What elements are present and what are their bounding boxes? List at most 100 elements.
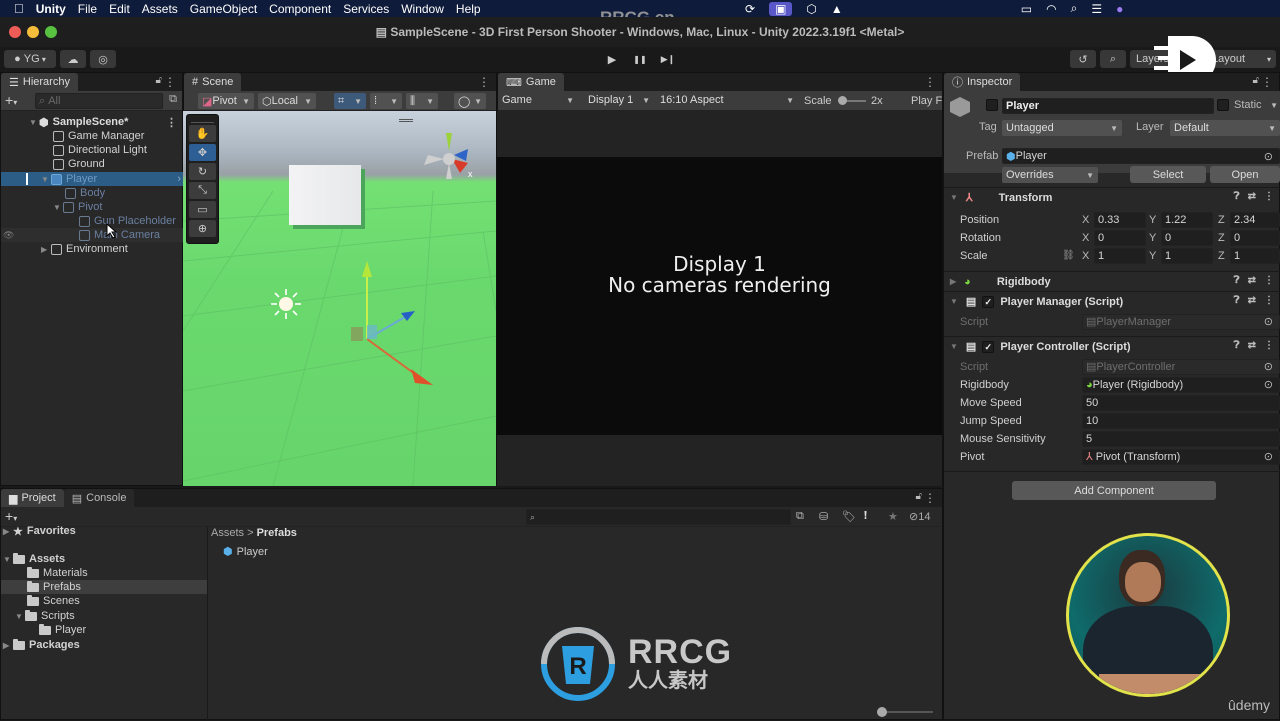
hierarchy-item[interactable]: Body — [1, 186, 185, 200]
player-controller-header[interactable]: ▼ ▤ ✓ Player Controller (Script) ❓︎ ⇄ ⋮ — [944, 336, 1280, 356]
presets-icon[interactable]: ⇄ — [1248, 340, 1256, 351]
help-icon[interactable]: ❓︎ — [1234, 340, 1240, 351]
label-filter-icon[interactable]: 🏷︎ — [842, 510, 856, 523]
overrides-dropdown[interactable]: Overrides ▼ — [1002, 167, 1098, 183]
palette-handle[interactable] — [191, 117, 214, 123]
static-dropdown-arrow-icon[interactable]: ▼ — [1270, 101, 1278, 110]
enabled-checkbox[interactable]: ✓ — [982, 295, 995, 308]
project-splitter[interactable] — [207, 527, 208, 721]
align-button[interactable]: ⫼ ▼ — [406, 93, 438, 109]
tab-game[interactable]: ⌨ Game — [498, 73, 564, 91]
static-checkbox[interactable] — [1217, 99, 1229, 111]
tab-project[interactable]: ▆ Project — [1, 489, 64, 507]
layer-dropdown[interactable]: Default ▼ — [1170, 120, 1280, 136]
create-asset-button[interactable]: +▾ — [5, 508, 17, 524]
rigidbody-header[interactable]: ▶ ◕ Rigidbody ❓︎ ⇄ ⋮ — [944, 271, 1280, 291]
control-center-icon[interactable]: ☰ — [1091, 2, 1102, 16]
menu-window[interactable]: Window — [401, 2, 456, 16]
fold-arrow-icon[interactable]: ▼ — [950, 193, 958, 202]
scene-gizmo[interactable]: x — [418, 129, 478, 185]
hierarchy-item[interactable]: ▶ Environment — [1, 242, 185, 256]
wifi-icon[interactable]: ◠ — [1046, 2, 1056, 16]
hierarchy-item[interactable]: Game Manager — [1, 129, 185, 143]
constrain-proportions-icon[interactable]: ⛓︎ — [1062, 250, 1075, 261]
hierarchy-item[interactable]: Ground — [1, 157, 185, 171]
menu-edit[interactable]: Edit — [109, 2, 142, 16]
scene-viewport[interactable]: ✋ ✥ ↻ ⤡ ▭ ⊕ x — [183, 111, 496, 486]
folder-item-selected[interactable]: Prefabs — [1, 580, 207, 594]
component-menu-icon[interactable]: ⋮ — [1264, 295, 1274, 306]
active-checkbox[interactable] — [986, 99, 998, 111]
grid-snap-button[interactable]: ⌗ ▼ — [334, 93, 366, 109]
open-prefab-button[interactable]: Open — [1210, 166, 1280, 183]
menu-services[interactable]: Services — [343, 2, 401, 16]
select-prefab-button[interactable]: Select — [1130, 166, 1206, 183]
fold-arrow-icon[interactable]: ▼ — [950, 342, 958, 351]
search-by-type-icon[interactable]: ⧉ — [796, 510, 804, 523]
rotation-x-field[interactable]: 0 — [1094, 229, 1146, 246]
rotate-tool[interactable]: ↻ — [189, 163, 216, 180]
open-prefab-arrow-icon[interactable]: › — [177, 173, 181, 185]
lock-icon[interactable]: 🔓︎ — [1253, 75, 1259, 86]
scene-menu-icon[interactable]: ⋮ — [166, 116, 177, 129]
display-dropdown[interactable]: Display 1 ▼ — [584, 92, 654, 108]
folder-item[interactable]: Materials — [1, 566, 207, 580]
object-picker-icon[interactable]: ⊙ — [1264, 378, 1273, 391]
enabled-checkbox[interactable]: ✓ — [982, 340, 995, 353]
position-z-field[interactable]: 2.34 — [1230, 211, 1280, 228]
apple-icon[interactable]:  — [0, 1, 36, 16]
scale-z-field[interactable]: 1 — [1230, 247, 1280, 264]
favorite-icon[interactable]: ★ — [888, 510, 898, 523]
add-object-button[interactable]: +▾ — [5, 92, 17, 108]
tag-dropdown[interactable]: Untagged ▼ — [1002, 120, 1122, 136]
game-viewport[interactable]: Display 1 No cameras rendering — [497, 111, 942, 486]
unity-icon[interactable]: ⬡ — [806, 2, 816, 16]
help-icon[interactable]: ❓︎ — [1234, 275, 1240, 286]
lock-icon[interactable]: 🔓︎ — [916, 491, 922, 502]
hierarchy-item[interactable]: Directional Light — [1, 143, 185, 157]
scale-y-field[interactable]: 1 — [1161, 247, 1213, 264]
tab-scene[interactable]: # Scene — [184, 73, 242, 91]
help-icon[interactable]: ❓︎ — [1234, 295, 1240, 306]
jump-speed-field[interactable]: 10 — [1082, 412, 1280, 429]
transform-header[interactable]: ▼ ⅄ Transform ❓︎ ⇄ ⋮ — [944, 187, 1280, 207]
presets-icon[interactable]: ⇄ — [1248, 295, 1256, 306]
scene-visibility-icon[interactable]: ⧉ — [169, 93, 177, 106]
fold-arrow-icon[interactable]: ▼ — [950, 297, 958, 306]
lock-icon[interactable]: 🔓︎ — [156, 75, 162, 86]
breadcrumb-assets[interactable]: Assets — [211, 527, 244, 539]
hand-tool[interactable]: ✋ — [189, 125, 216, 142]
cloud-button[interactable]: ☁ — [60, 50, 86, 68]
rotation-z-field[interactable]: 0 — [1230, 229, 1280, 246]
increment-snap-button[interactable]: ⁞ ▼ — [370, 93, 402, 109]
more-options-icon[interactable]: ⋮ — [478, 75, 490, 89]
pivot-field[interactable]: ⅄ Pivot (Transform) ⊙ — [1082, 448, 1280, 465]
expand-arrow-icon[interactable]: ▼ — [15, 612, 25, 621]
sync-icon[interactable]: ⟳ — [745, 2, 755, 16]
object-picker-icon[interactable]: ⊙ — [1264, 150, 1273, 163]
player-manager-header[interactable]: ▼ ▤ ✓ Player Manager (Script) ❓︎ ⇄ ⋮ — [944, 291, 1280, 311]
hierarchy-item[interactable]: Gun Placeholder — [1, 214, 185, 228]
pause-button[interactable]: ❚❚ — [628, 50, 652, 68]
folder-item[interactable]: ▼ Scripts — [1, 609, 207, 623]
log-filter-icon[interactable]: ❗︎ — [864, 510, 867, 523]
hierarchy-item[interactable]: 👁︎ Main Camera — [1, 228, 185, 242]
aspect-dropdown[interactable]: 16:10 Aspect ▼ — [656, 92, 798, 108]
object-picker-icon[interactable]: ⊙ — [1264, 450, 1273, 463]
account-dropdown[interactable]: ● YG ▾ — [4, 50, 56, 68]
more-options-icon[interactable]: ⋮ — [164, 75, 176, 89]
add-component-button[interactable]: Add Component — [1012, 481, 1216, 500]
scale-x-field[interactable]: 1 — [1094, 247, 1146, 264]
step-button[interactable]: ▶❙ — [656, 50, 680, 68]
transform-tool[interactable]: ⊕ — [189, 220, 216, 237]
hierarchy-item[interactable]: ▼ Pivot — [1, 200, 185, 214]
rect-tool[interactable]: ▭ — [189, 201, 216, 218]
menu-assets[interactable]: Assets — [142, 2, 190, 16]
packages-item[interactable]: ▶ Packages — [1, 638, 207, 652]
draw-mode-button[interactable]: ◯ ▼ — [454, 93, 486, 109]
assets-item[interactable]: ▼ Assets — [1, 552, 207, 566]
presets-icon[interactable]: ⇄ — [1248, 191, 1256, 202]
move-speed-field[interactable]: 50 — [1082, 394, 1280, 411]
prefab-field[interactable]: ⬢ Player ⊙ — [1002, 148, 1280, 164]
project-search-input[interactable]: ⌕ — [526, 509, 791, 525]
